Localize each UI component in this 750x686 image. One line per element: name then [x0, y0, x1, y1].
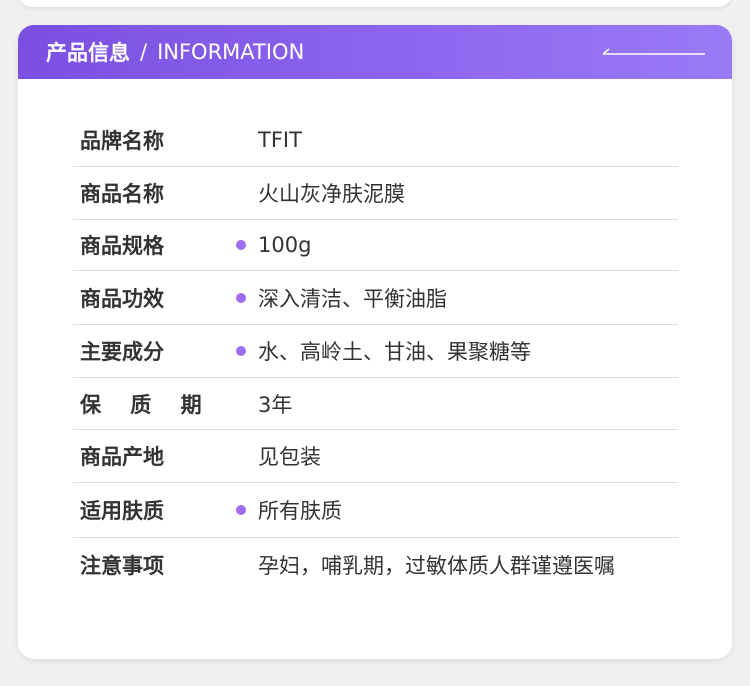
info-row-shelf-life: 保 质 期 3年 — [73, 378, 678, 430]
row-label: 商品产地 — [80, 445, 164, 469]
info-row-product-name: 商品名称 火山灰净肤泥膜 — [73, 167, 678, 220]
info-row-brand: 品牌名称 TFIT — [73, 113, 678, 167]
header-separator: / — [140, 40, 148, 64]
previous-card-edge — [18, 0, 732, 7]
row-value: 100g — [258, 233, 312, 257]
row-label: 商品功效 — [80, 286, 164, 311]
bullet-dot-icon — [236, 505, 246, 515]
info-row-origin: 商品产地 见包装 — [73, 430, 678, 483]
bullet-dot-icon — [236, 292, 246, 303]
row-value: TFIT — [258, 127, 302, 152]
info-row-ingredients: 主要成分 水、高岭土、甘油、果聚糖等 — [73, 325, 678, 378]
row-value: 见包装 — [258, 445, 321, 469]
row-value: 火山灰净肤泥膜 — [258, 182, 405, 206]
row-label: 商品名称 — [80, 182, 164, 206]
header-title-cn: 产品信息 — [46, 41, 130, 65]
product-info-card: 产品信息 / INFORMATION 品牌名称 TFIT 商品名称 火山灰净肤泥… — [18, 25, 732, 659]
bullet-dot-icon — [236, 240, 246, 250]
row-value: 3年 — [258, 392, 293, 417]
info-row-spec: 商品规格 100g — [73, 220, 678, 271]
row-label: 保 质 期 — [80, 392, 213, 417]
info-row-skin-type: 适用肤质 所有肤质 — [73, 483, 678, 538]
row-label: 主要成分 — [80, 340, 164, 364]
row-label: 商品规格 — [80, 234, 164, 258]
arrow-line-icon — [602, 48, 705, 55]
info-row-effect: 商品功效 深入清洁、平衡油脂 — [73, 271, 678, 325]
row-value: 所有肤质 — [258, 499, 342, 523]
row-label: 适用肤质 — [80, 499, 164, 523]
info-table: 品牌名称 TFIT 商品名称 火山灰净肤泥膜 商品规格 100g 商品功效 深入… — [73, 113, 678, 592]
row-value: 深入清洁、平衡油脂 — [258, 286, 447, 311]
row-label: 品牌名称 — [80, 128, 164, 153]
row-value: 水、高岭土、甘油、果聚糖等 — [258, 340, 531, 364]
header-title: 产品信息 / INFORMATION — [46, 25, 304, 79]
info-row-notes: 注意事项 孕妇，哺乳期，过敏体质人群谨遵医嘱 — [73, 538, 678, 592]
header-title-en: INFORMATION — [157, 40, 305, 64]
card-header: 产品信息 / INFORMATION — [18, 25, 732, 79]
row-value: 孕妇，哺乳期，过敏体质人群谨遵医嘱 — [258, 554, 615, 578]
row-label: 注意事项 — [80, 554, 164, 578]
bullet-dot-icon — [236, 346, 246, 356]
